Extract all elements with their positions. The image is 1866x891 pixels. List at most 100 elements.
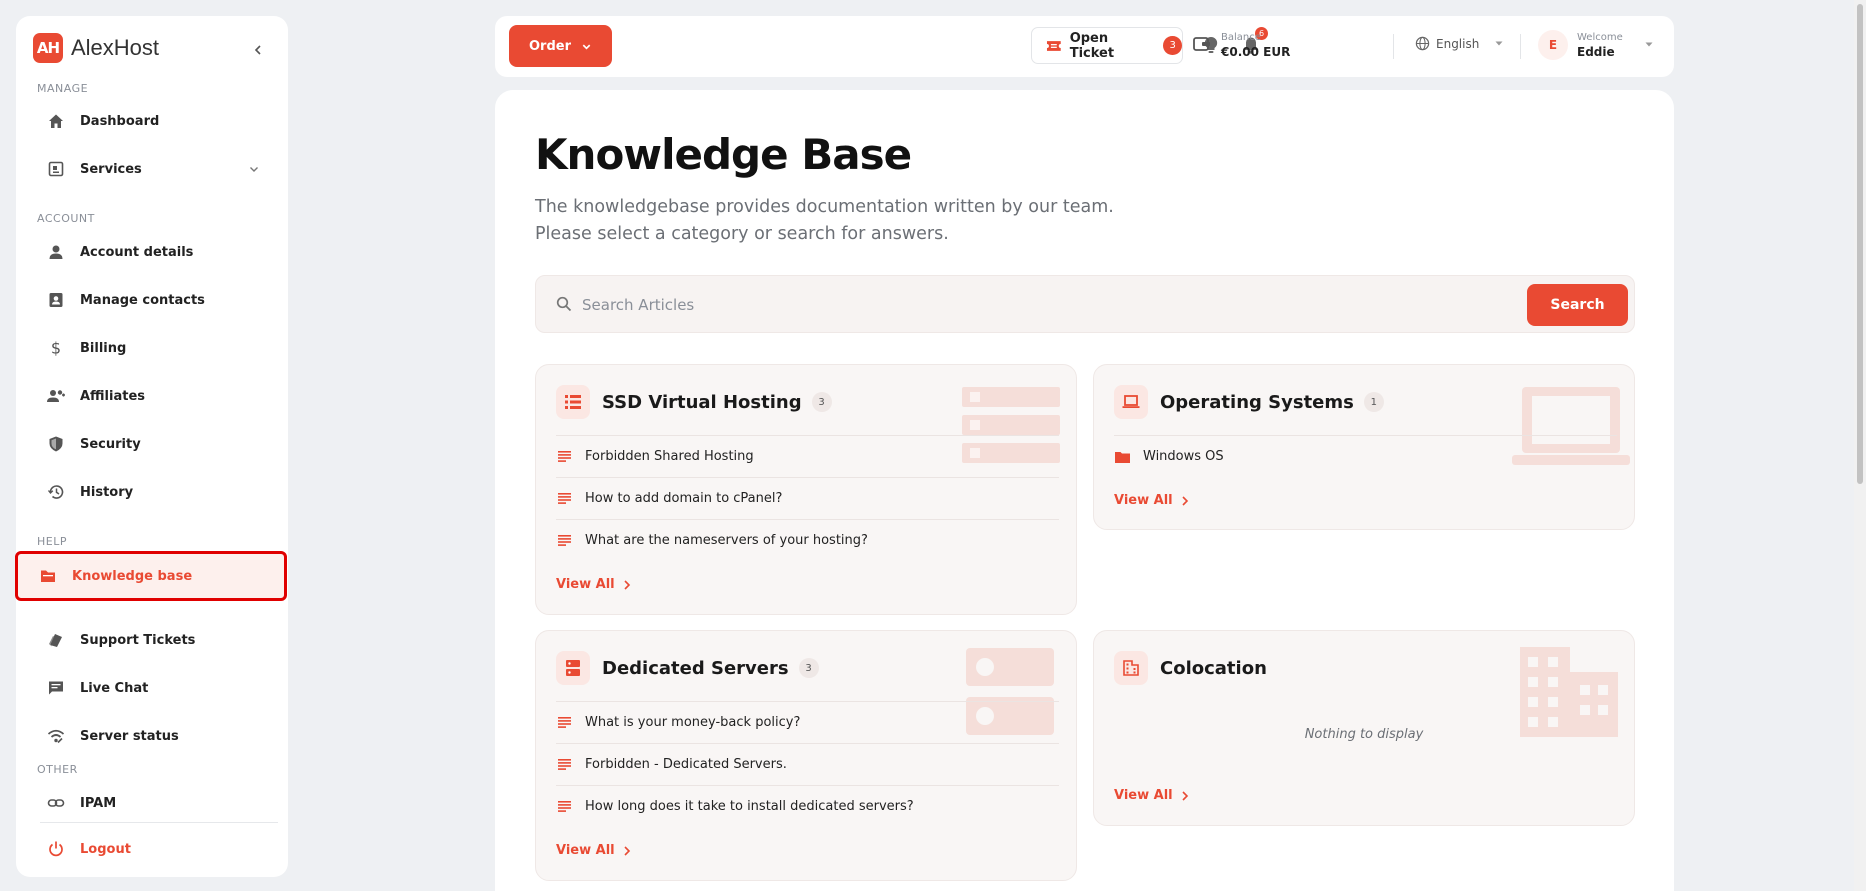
history-icon — [46, 482, 66, 502]
article-title: Forbidden - Dedicated Servers. — [585, 757, 787, 772]
sidebar-item-label: Services — [80, 161, 142, 177]
page-scrollbar[interactable] — [1854, 0, 1866, 891]
book-icon — [38, 566, 58, 586]
article-link[interactable]: How long does it take to install dedicat… — [556, 785, 1059, 827]
ticket-icon — [1046, 40, 1061, 51]
sidebar: AH AlexHost MANAGE Dashboard Services AC… — [15, 16, 288, 877]
chevron-right-icon — [624, 845, 630, 856]
article-link[interactable]: Forbidden - Dedicated Servers. — [556, 743, 1059, 785]
sidebar-item-live-chat[interactable]: Live Chat — [30, 668, 280, 708]
view-all-link[interactable]: View All — [1114, 493, 1189, 508]
user-name: Eddie — [1577, 44, 1615, 59]
category-card-operating-systems: Operating Systems 1 Windows OS View All — [1093, 364, 1635, 530]
brand[interactable]: AH AlexHost — [33, 33, 159, 63]
sidebar-item-manage-contacts[interactable]: Manage contacts — [30, 280, 280, 320]
article-icon — [556, 451, 572, 462]
sidebar-item-label: Knowledge base — [72, 568, 193, 584]
order-button[interactable]: Order — [509, 25, 612, 67]
sidebar-item-label: Manage contacts — [80, 292, 205, 308]
search-button[interactable]: Search — [1527, 284, 1628, 326]
sidebar-item-label: Account details — [80, 244, 194, 260]
sidebar-item-billing[interactable]: $ Billing — [30, 328, 280, 368]
article-link[interactable]: Forbidden Shared Hosting — [556, 435, 1059, 477]
article-count-badge: 1 — [1363, 392, 1384, 412]
laptop-icon — [1114, 385, 1148, 419]
sidebar-item-ipam[interactable]: IPAM — [30, 783, 280, 823]
sidebar-item-security[interactable]: Security — [30, 424, 280, 464]
globe-icon — [1415, 36, 1430, 51]
chevron-down-icon — [248, 160, 260, 179]
category-card-ssd-virtual-hosting: SSD Virtual Hosting 3 Forbidden Shared H… — [535, 364, 1077, 615]
chevron-down-icon — [582, 44, 591, 50]
chevron-right-icon — [624, 579, 630, 590]
balance-display[interactable]: Balance €0.00 EUR — [1193, 32, 1290, 59]
sidebar-item-support-tickets[interactable]: Support Tickets — [30, 620, 280, 660]
open-ticket-button[interactable]: Open Ticket 3 — [1031, 27, 1183, 64]
section-label-account: ACCOUNT — [37, 212, 95, 225]
search-icon — [556, 296, 572, 312]
list-icon — [556, 385, 590, 419]
sidebar-item-dashboard[interactable]: Dashboard — [30, 101, 280, 141]
article-link[interactable]: What are the nameservers of your hosting… — [556, 519, 1059, 561]
sidebar-item-services[interactable]: Services — [30, 149, 280, 189]
sidebar-item-affiliates[interactable]: Affiliates — [30, 376, 280, 416]
welcome-label: Welcome — [1577, 31, 1623, 43]
language-selector[interactable]: English — [1415, 36, 1503, 51]
sidebar-item-label: Support Tickets — [80, 632, 196, 648]
ticket-icon — [46, 630, 66, 650]
article-link[interactable]: What is your money-back policy? — [556, 701, 1059, 743]
article-title: Forbidden Shared Hosting — [585, 449, 754, 464]
power-icon — [46, 839, 66, 859]
shield-icon — [46, 434, 66, 454]
link-icon — [46, 793, 66, 813]
sidebar-item-account-details[interactable]: Account details — [30, 232, 280, 272]
building-illustration — [1520, 647, 1618, 737]
user-menu[interactable]: E Welcome Eddie — [1538, 30, 1653, 60]
server-icon — [556, 651, 590, 685]
article-icon — [556, 493, 572, 504]
topbar-divider — [1393, 34, 1394, 59]
view-all-link[interactable]: View All — [556, 843, 631, 858]
article-title: What are the nameservers of your hosting… — [585, 533, 868, 548]
svg-text:$: $ — [51, 339, 61, 357]
view-all-link[interactable]: View All — [556, 577, 631, 592]
building-icon — [1114, 651, 1148, 685]
category-title[interactable]: Operating Systems — [1160, 392, 1354, 413]
sidebar-item-label: Live Chat — [80, 680, 149, 696]
contacts-icon — [46, 290, 66, 310]
scrollbar-thumb[interactable] — [1857, 4, 1863, 484]
category-title[interactable]: Dedicated Servers — [602, 658, 789, 679]
article-link[interactable]: Windows OS — [1114, 435, 1617, 477]
article-count-badge: 3 — [811, 392, 832, 412]
chevron-left-icon — [254, 45, 261, 55]
balance-label: Balance — [1221, 32, 1261, 43]
language-label: English — [1436, 36, 1480, 51]
sidebar-item-logout[interactable]: Logout — [30, 829, 280, 869]
article-icon — [556, 759, 572, 770]
sidebar-item-label: Logout — [80, 841, 131, 857]
wallet-icon — [1193, 37, 1210, 51]
category-title[interactable]: Colocation — [1160, 658, 1267, 679]
caret-down-icon — [1495, 41, 1503, 45]
article-link[interactable]: How to add domain to cPanel? — [556, 477, 1059, 519]
search-input[interactable] — [582, 288, 1482, 322]
article-icon — [556, 801, 572, 812]
open-ticket-label: Open Ticket — [1069, 30, 1115, 61]
sidebar-item-label: Dashboard — [80, 113, 160, 129]
sidebar-item-server-status[interactable]: Server status — [30, 716, 280, 756]
chevron-right-icon — [1182, 495, 1188, 506]
sidebar-divider — [40, 822, 278, 823]
sidebar-item-history[interactable]: History — [30, 472, 280, 512]
section-label-help: HELP — [37, 535, 67, 548]
folder-icon — [1114, 451, 1130, 463]
sidebar-item-label: History — [80, 484, 134, 500]
collapse-sidebar-button[interactable] — [248, 40, 268, 60]
sidebar-item-knowledge-base[interactable]: Knowledge base — [15, 551, 287, 601]
services-icon — [46, 159, 66, 179]
category-title[interactable]: SSD Virtual Hosting — [602, 392, 802, 413]
view-all-label: View All — [1114, 788, 1173, 803]
chat-icon — [46, 678, 66, 698]
sidebar-item-label: Affiliates — [80, 388, 146, 404]
view-all-link[interactable]: View All — [1114, 788, 1189, 803]
chevron-right-icon — [1182, 790, 1188, 801]
